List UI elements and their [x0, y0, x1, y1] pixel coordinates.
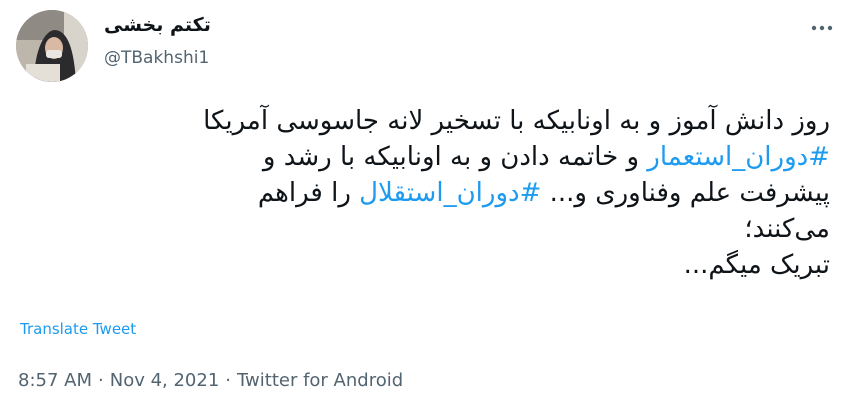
tweet-time[interactable]: 8:57 AM	[18, 370, 92, 391]
separator-dot: ·	[225, 370, 232, 391]
separator-dot: ·	[98, 370, 104, 391]
display-name[interactable]: تکتم بخشی	[104, 12, 211, 38]
tweet-date[interactable]: Nov 4, 2021	[110, 370, 220, 391]
more-horizontal-icon	[811, 25, 833, 31]
more-options-button[interactable]	[810, 16, 834, 40]
tweet-text-segment: پیشرفت علم وفناوری و...	[541, 178, 830, 208]
tweet-text-segment: را فراهم	[257, 178, 360, 208]
tweet-text-segment: و خاتمه دادن و به اونابیکه با رشد و	[262, 142, 648, 172]
tweet-line: روز دانش آموز و به اونابیکه با تسخیر لان…	[16, 103, 830, 139]
tweet-source[interactable]: Twitter for Android	[237, 370, 403, 391]
avatar-image	[16, 10, 88, 82]
tweet-line: پیشرفت علم وفناوری و... #دوران_استقلال ر…	[16, 175, 830, 211]
hashtag-link[interactable]: #دوران_استعمار	[647, 142, 830, 172]
tweet-meta: 8:57 AM · Nov 4, 2021 · Twitter for Android	[18, 370, 403, 391]
user-handle[interactable]: @TBakhshi1	[104, 44, 211, 72]
tweet-text-segment: روز دانش آموز و به اونابیکه با تسخیر لان…	[203, 106, 830, 136]
hashtag-link[interactable]: #دوران_استقلال	[359, 178, 541, 208]
tweet-line: #دوران_استعمار و خاتمه دادن و به اونابیک…	[16, 139, 830, 175]
translate-tweet-link[interactable]: Translate Tweet	[20, 320, 136, 338]
tweet-text-segment: می‌کنند؛	[744, 214, 830, 244]
tweet-line: تبریک میگم...	[16, 247, 830, 283]
tweet-text-segment: تبریک میگم...	[683, 250, 830, 280]
tweet-text: روز دانش آموز و به اونابیکه با تسخیر لان…	[16, 103, 830, 283]
avatar[interactable]	[16, 10, 88, 82]
tweet-line: می‌کنند؛	[16, 211, 830, 247]
user-info: تکتم بخشی @TBakhshi1	[104, 12, 211, 72]
